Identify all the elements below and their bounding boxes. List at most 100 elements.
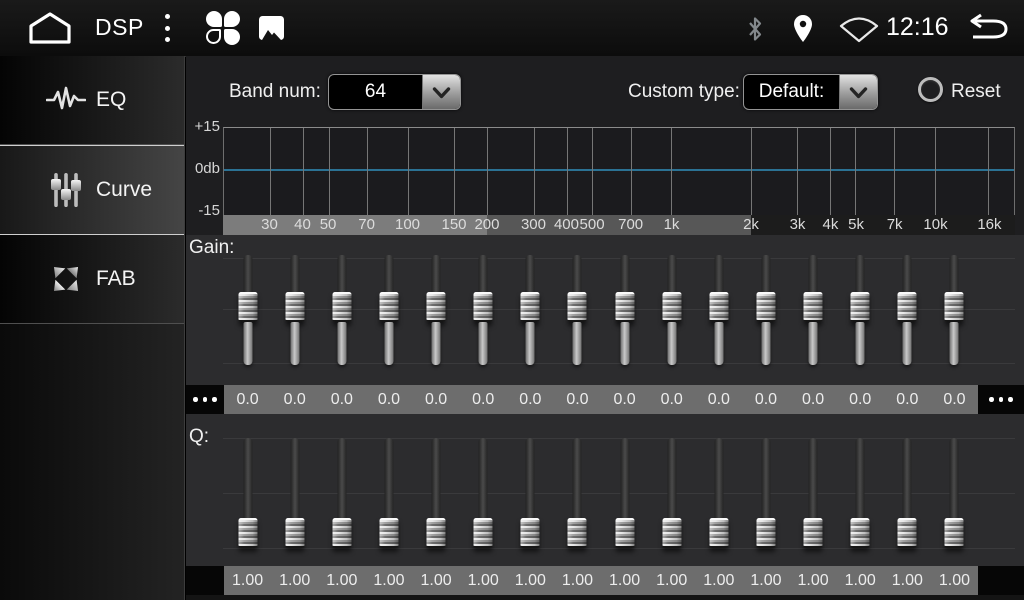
gain-slider[interactable] xyxy=(271,255,318,365)
gain-slider-value: 0.0 xyxy=(931,385,978,414)
slider-thumb[interactable] xyxy=(285,292,304,322)
gain-slider[interactable] xyxy=(884,255,931,365)
q-slider[interactable] xyxy=(224,438,271,550)
back-button[interactable] xyxy=(964,13,1010,48)
q-slider[interactable] xyxy=(742,438,789,550)
slider-thumb[interactable] xyxy=(332,518,351,548)
gain-slider[interactable] xyxy=(554,255,601,365)
slider-thumb[interactable] xyxy=(945,518,964,548)
gain-slider[interactable] xyxy=(601,255,648,365)
gallery-icon[interactable] xyxy=(259,16,284,40)
slider-track-bottom xyxy=(950,322,959,365)
slider-track-top xyxy=(337,438,346,520)
sidebar-item-fab[interactable]: FAB xyxy=(0,235,184,324)
q-slider[interactable] xyxy=(318,438,365,550)
slider-thumb[interactable] xyxy=(662,518,681,548)
freq-tick-label: 5k xyxy=(848,215,864,235)
slider-thumb[interactable] xyxy=(568,518,587,548)
freq-gridline xyxy=(935,128,936,215)
q-slider-value: 1.00 xyxy=(554,566,601,595)
q-slider[interactable] xyxy=(884,438,931,550)
gain-slider[interactable] xyxy=(648,255,695,365)
slider-thumb[interactable] xyxy=(804,292,823,322)
slider-track-top xyxy=(809,255,818,294)
sidebar-item-eq[interactable]: EQ xyxy=(0,56,184,145)
gain-slider[interactable] xyxy=(365,255,412,365)
freq-tick-label: 100 xyxy=(395,215,420,235)
q-more-left-button[interactable] xyxy=(186,566,224,595)
q-slider[interactable] xyxy=(460,438,507,550)
slider-thumb[interactable] xyxy=(332,292,351,322)
status-bar: DSP 12:16 xyxy=(0,0,1024,57)
slider-thumb[interactable] xyxy=(379,518,398,548)
q-slider-value: 1.00 xyxy=(224,566,271,595)
sliders-icon xyxy=(44,170,88,210)
slider-thumb[interactable] xyxy=(709,292,728,322)
slider-thumb[interactable] xyxy=(474,518,493,548)
q-slider[interactable] xyxy=(837,438,884,550)
reset-radio-button[interactable] xyxy=(918,77,943,102)
home-button[interactable] xyxy=(26,11,74,50)
band-num-label: Band num: xyxy=(229,74,321,110)
sidebar-item-curve[interactable]: Curve xyxy=(0,145,184,235)
q-slider[interactable] xyxy=(271,438,318,550)
gain-slider[interactable] xyxy=(742,255,789,365)
slider-thumb[interactable] xyxy=(285,518,304,548)
gain-slider[interactable] xyxy=(790,255,837,365)
slider-thumb[interactable] xyxy=(521,518,540,548)
q-slider[interactable] xyxy=(648,438,695,550)
slider-thumb[interactable] xyxy=(568,292,587,322)
apps-clover-icon[interactable] xyxy=(206,11,240,45)
slider-thumb[interactable] xyxy=(615,518,634,548)
slider-thumb[interactable] xyxy=(615,292,634,322)
freq-gridline xyxy=(329,128,330,215)
slider-thumb[interactable] xyxy=(238,518,257,548)
gain-slider[interactable] xyxy=(837,255,884,365)
q-slider[interactable] xyxy=(507,438,554,550)
slider-thumb[interactable] xyxy=(379,292,398,322)
band-num-dropdown[interactable]: 64 xyxy=(328,74,461,110)
gain-slider[interactable] xyxy=(695,255,742,365)
slider-thumb[interactable] xyxy=(898,518,917,548)
slider-thumb[interactable] xyxy=(427,292,446,322)
slider-track-bottom xyxy=(714,322,723,365)
gain-slider[interactable] xyxy=(931,255,978,365)
dsp-screen: DSP 12:16 EQ xyxy=(0,0,1024,600)
freq-tick-label: 3k xyxy=(790,215,806,235)
overflow-menu-button[interactable] xyxy=(160,14,174,42)
gain-slider-value: 0.0 xyxy=(413,385,460,414)
slider-thumb[interactable] xyxy=(756,292,775,322)
slider-thumb[interactable] xyxy=(474,292,493,322)
freq-tick-label: 2k xyxy=(743,215,759,235)
q-slider[interactable] xyxy=(601,438,648,550)
q-slider[interactable] xyxy=(790,438,837,550)
gain-slider[interactable] xyxy=(224,255,271,365)
slider-thumb[interactable] xyxy=(804,518,823,548)
slider-thumb[interactable] xyxy=(851,292,870,322)
q-slider[interactable] xyxy=(413,438,460,550)
q-slider[interactable] xyxy=(554,438,601,550)
slider-track-top xyxy=(337,255,346,294)
slider-thumb[interactable] xyxy=(851,518,870,548)
slider-thumb[interactable] xyxy=(427,518,446,548)
gain-slider[interactable] xyxy=(318,255,365,365)
q-slider[interactable] xyxy=(365,438,412,550)
gain-slider[interactable] xyxy=(413,255,460,365)
q-more-right-button[interactable] xyxy=(978,566,1024,595)
gain-slider[interactable] xyxy=(460,255,507,365)
gain-slider[interactable] xyxy=(507,255,554,365)
sidebar-item-label: Curve xyxy=(96,178,152,202)
gain-more-right-button[interactable] xyxy=(978,385,1024,414)
slider-thumb[interactable] xyxy=(662,292,681,322)
gain-more-left-button[interactable] xyxy=(186,385,224,414)
q-slider[interactable] xyxy=(695,438,742,550)
slider-thumb[interactable] xyxy=(521,292,540,322)
q-slider[interactable] xyxy=(931,438,978,550)
custom-type-dropdown[interactable]: Default: xyxy=(743,74,878,110)
slider-thumb[interactable] xyxy=(898,292,917,322)
slider-thumb[interactable] xyxy=(756,518,775,548)
slider-thumb[interactable] xyxy=(945,292,964,322)
slider-thumb[interactable] xyxy=(238,292,257,322)
slider-thumb[interactable] xyxy=(709,518,728,548)
freq-gridline xyxy=(592,128,593,215)
